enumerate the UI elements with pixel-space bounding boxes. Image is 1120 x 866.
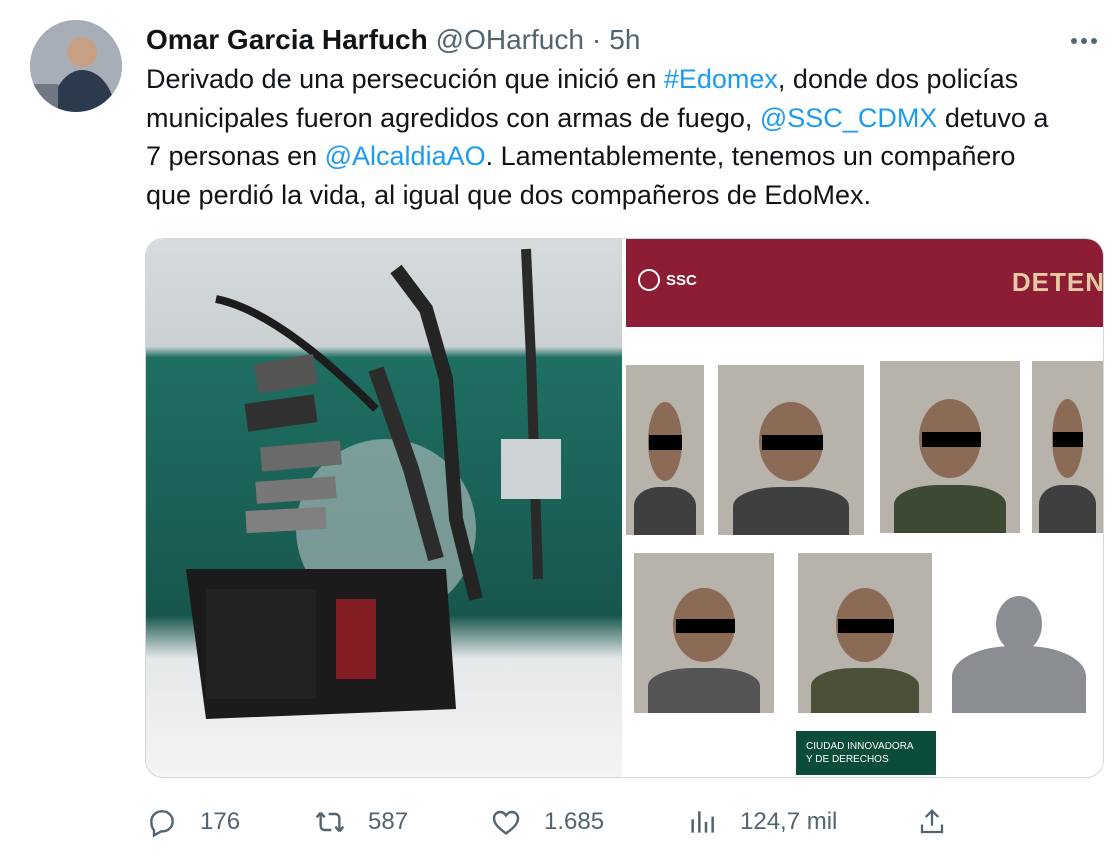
detainee-photo	[880, 361, 1020, 533]
detainee-photo	[1032, 361, 1103, 533]
avatar[interactable]	[30, 20, 122, 112]
avatar-photo	[30, 20, 122, 112]
reply-count: 176	[200, 808, 241, 835]
more-button[interactable]	[1066, 26, 1102, 56]
ciudad-innovadora-badge: CIUDAD INNOVADORA Y DE DERECHOS	[796, 731, 936, 775]
tweet-line: municipales fueron agredidos con armas d…	[146, 99, 1106, 138]
tweet-text-segment: Derivado de una persecución que inició e…	[146, 64, 664, 94]
tweet-text-segment: detuvo a	[937, 102, 1049, 133]
media-photo-weapons[interactable]	[146, 239, 622, 777]
tweet-header: Omar Garcia Harfuch @OHarfuch · 5h	[146, 22, 640, 58]
weapons-photo-illustration	[186, 248, 561, 719]
header-separator: ·	[591, 24, 602, 55]
author-handle[interactable]: @OHarfuch	[436, 24, 584, 56]
detainee-photo	[626, 365, 704, 535]
share-icon	[920, 809, 944, 834]
tweet-actions: 176 587 1.685 124,7 mil	[144, 800, 984, 844]
views-icon	[684, 804, 720, 840]
tweet-text-segment: 7 personas en	[146, 141, 325, 171]
retweet-button[interactable]: 587	[312, 800, 408, 844]
reply-button[interactable]: 176	[144, 800, 240, 844]
unknown-person-silhouette-icon	[946, 569, 1092, 719]
retweet-count: 587	[368, 808, 409, 835]
tweet-text-segment: , donde dos policías	[777, 64, 1019, 94]
tweet-text-segment: que perdió la vida, al igual que dos com…	[146, 179, 871, 210]
detainees-banner: SSC DETEN	[626, 239, 1103, 327]
ssc-logo: SSC	[638, 269, 697, 291]
detainee-photo	[798, 553, 932, 713]
detainee-photo	[718, 365, 864, 535]
badge-line: CIUDAD INNOVADORA	[806, 741, 914, 752]
banner-title: DETEN	[1011, 267, 1104, 297]
detainee-photo	[634, 553, 774, 713]
tweet-line: que perdió la vida, al igual que dos com…	[146, 176, 1106, 215]
tweet-media: SSC DETEN CIUDAD INNOVADORA Y DE DERECHO…	[145, 238, 1104, 778]
tweet-text-segment: municipales fueron agredidos con armas d…	[146, 102, 760, 133]
hashtag-edomex-link[interactable]: #Edomex	[664, 64, 778, 94]
reply-icon	[144, 804, 180, 840]
views-count: 124,7 mil	[740, 808, 838, 835]
views-button[interactable]: 124,7 mil	[684, 800, 837, 844]
mention-alcaldiaao-link[interactable]: @AlcaldiaAO	[325, 141, 486, 171]
author-name[interactable]: Omar Garcia Harfuch	[146, 24, 428, 56]
tweet-timestamp[interactable]: 5h	[609, 24, 640, 56]
ssc-emblem-icon	[638, 269, 660, 291]
mention-ssc-cdmx-link[interactable]: @SSC_CDMX	[760, 103, 937, 133]
like-button[interactable]: 1.685	[488, 800, 604, 844]
tweet-text: Derivado de una persecución que inició e…	[146, 60, 1106, 214]
more-icon	[1071, 38, 1097, 44]
media-photo-detainees[interactable]: SSC DETEN CIUDAD INNOVADORA Y DE DERECHO…	[626, 239, 1103, 777]
ssc-logo-text: SSC	[666, 271, 697, 289]
share-button[interactable]	[912, 800, 952, 844]
badge-line: Y DE DERECHOS	[806, 754, 889, 765]
tweet-line: Derivado de una persecución que inició e…	[146, 60, 1106, 99]
retweet-icon	[312, 804, 348, 840]
like-icon	[488, 804, 524, 840]
tweet-line: 7 personas en @AlcaldiaAO. Lamentablemen…	[146, 137, 1106, 176]
like-count: 1.685	[544, 808, 605, 835]
tweet-text-segment: . Lamentablemente, tenemos un compañero	[485, 141, 1016, 171]
